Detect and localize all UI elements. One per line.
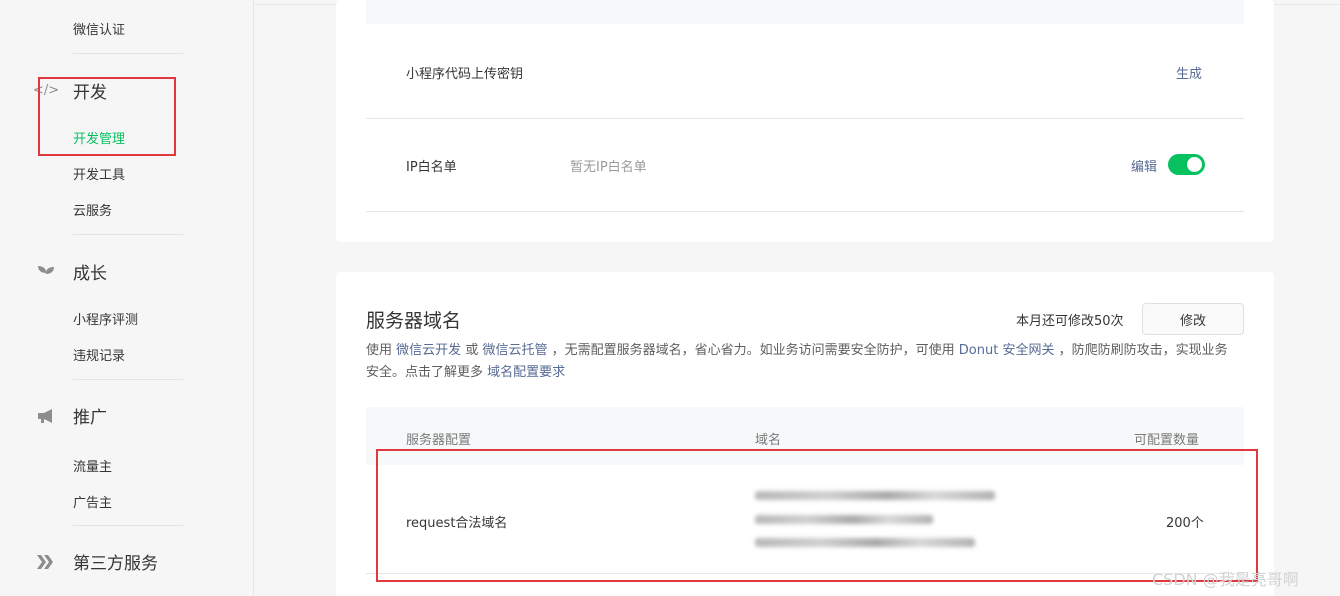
sidebar-item-traffic-owner[interactable]: 流量主 <box>73 456 112 475</box>
row-divider <box>366 118 1244 119</box>
cloud-dev-link[interactable]: 微信云开发 <box>396 343 461 358</box>
sidebar-group-third-party: 第三方服务 <box>34 549 158 574</box>
upload-key-label: 小程序代码上传密钥 <box>406 67 524 82</box>
row-divider <box>366 211 1244 212</box>
sidebar-group-label: 成长 <box>73 264 107 284</box>
ip-whitelist-toggle[interactable] <box>1168 154 1205 175</box>
server-domain-description: 使用 微信云开发 或 微信云托管 ，无需配置服务器域名，省心省力。如业务访问需要… <box>366 340 1236 384</box>
highlight-box-dev-management <box>38 77 176 156</box>
third-party-icon <box>34 552 58 572</box>
sidebar-item-review[interactable]: 小程序评测 <box>73 309 138 328</box>
toggle-knob <box>1187 157 1202 172</box>
sidebar-group-label: 第三方服务 <box>73 554 158 574</box>
sidebar-group-promotion: 推广 <box>34 403 107 428</box>
column-header-count: 可配置数量 <box>1134 433 1200 448</box>
sidebar-item-cloud-service[interactable]: 云服务 <box>73 200 112 219</box>
column-header-config: 服务器配置 <box>406 433 472 448</box>
sidebar-group-label: 推广 <box>73 408 107 428</box>
modify-quota-text: 本月还可修改50次 <box>1016 314 1124 329</box>
ip-whitelist-value: 暂无IP白名单 <box>570 160 647 175</box>
sprout-icon <box>34 262 58 282</box>
sidebar-divider <box>73 525 183 526</box>
sidebar-item-advertiser[interactable]: 广告主 <box>73 492 112 511</box>
cloud-hosting-link[interactable]: 微信云托管 <box>482 343 547 358</box>
megaphone-icon <box>34 406 58 426</box>
settings-header-bar <box>366 0 1244 24</box>
watermark: CSDN @我是亮哥啊 <box>1152 570 1299 589</box>
donut-gateway-link[interactable]: Donut 安全网关 <box>959 343 1055 358</box>
generate-key-link[interactable]: 生成 <box>1176 63 1202 82</box>
edit-ip-link[interactable]: 编辑 <box>1131 156 1157 175</box>
sidebar-item-dev-tools[interactable]: 开发工具 <box>73 164 125 183</box>
column-header-domain: 域名 <box>755 433 782 448</box>
sidebar-divider <box>73 234 183 235</box>
sidebar-item-wechat-auth[interactable]: 微信认证 <box>73 19 125 38</box>
sidebar-item-violation-records[interactable]: 违规记录 <box>73 345 125 364</box>
sidebar-group-growth: 成长 <box>34 259 107 284</box>
desc-text: 使用 <box>366 343 393 358</box>
desc-text: 或 <box>465 343 479 358</box>
desc-text: ，无需配置服务器域名，省心省力。如业务访问需要安全防护，可使用 <box>551 343 955 358</box>
server-domain-title: 服务器域名 <box>366 310 462 332</box>
dev-settings-card <box>336 0 1274 242</box>
highlight-box-request-domain <box>376 449 1258 582</box>
sidebar-divider <box>73 379 183 380</box>
ip-whitelist-label: IP白名单 <box>406 160 457 175</box>
modify-button[interactable]: 修改 <box>1142 303 1244 335</box>
sidebar-divider <box>73 53 183 54</box>
domain-requirements-link[interactable]: 域名配置要求 <box>487 365 565 380</box>
